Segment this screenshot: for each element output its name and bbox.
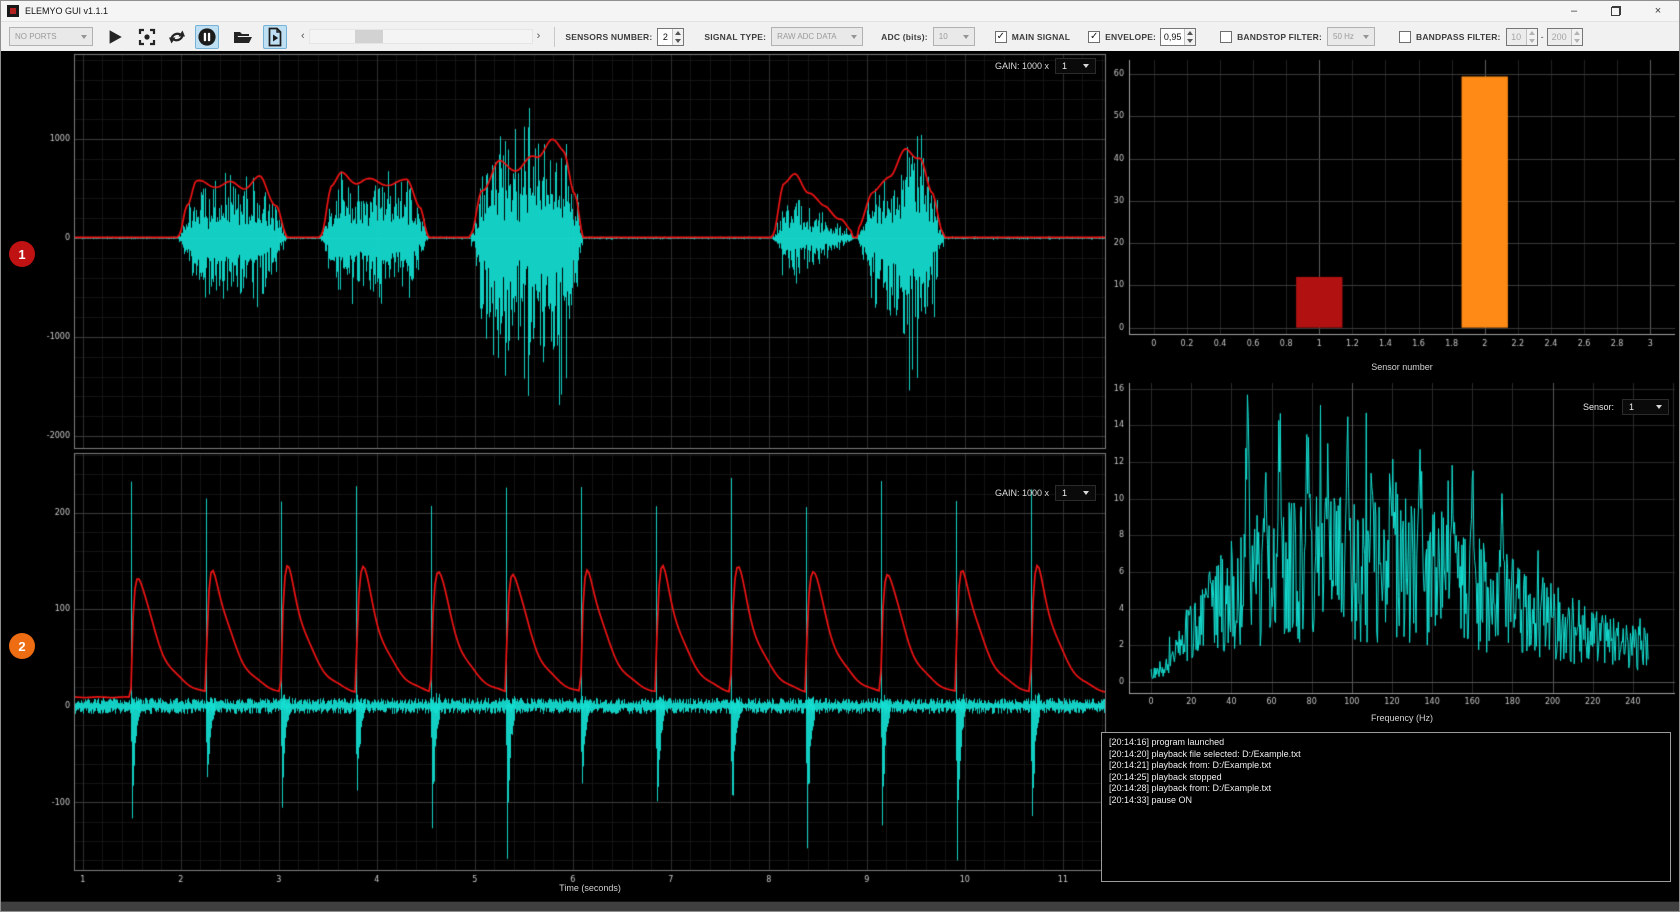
refresh-icon bbox=[167, 27, 187, 47]
sensors-number-label: SENSORS NUMBER: bbox=[565, 32, 652, 42]
start-button[interactable] bbox=[103, 25, 127, 49]
close-button[interactable]: × bbox=[1637, 1, 1679, 21]
minimize-button[interactable]: – bbox=[1553, 1, 1595, 21]
gain-label: GAIN: 1000 x bbox=[995, 61, 1049, 71]
sensor1-canvas[interactable] bbox=[36, 53, 1108, 451]
sensor-select[interactable]: 1 bbox=[1622, 399, 1669, 415]
window-controls: – × bbox=[1553, 1, 1679, 21]
titlebar: ELEMYO GUI v1.1.1 – × bbox=[1, 1, 1679, 21]
open-file-button[interactable] bbox=[231, 25, 255, 49]
toolbar-separator bbox=[554, 27, 555, 47]
log-line: [20:14:28] playback from: D:/Example.txt bbox=[1109, 783, 1663, 795]
log-line: [20:14:21] playback from: D:/Example.txt bbox=[1109, 760, 1663, 772]
play-icon bbox=[106, 28, 124, 46]
bar-chart-canvas[interactable] bbox=[1111, 56, 1677, 381]
gain-control-sensor1: GAIN: 1000 x 1 bbox=[995, 58, 1096, 74]
chevron-down-icon bbox=[1656, 405, 1662, 409]
spinner-arrows[interactable] bbox=[1184, 29, 1195, 45]
main-area: 1 2 GAIN: 1000 x 1 GAIN: 1000 x 1 bbox=[1, 51, 1680, 901]
signal-type-select[interactable]: RAW ADC DATA bbox=[771, 27, 863, 46]
focus-target-icon bbox=[137, 27, 157, 47]
log-line: [20:14:16] program launched bbox=[1109, 737, 1663, 749]
gain-select-sensor2[interactable]: 1 bbox=[1055, 485, 1096, 501]
sensors-number-spinner[interactable]: 2 bbox=[657, 28, 684, 46]
sensor1-time-plot: GAIN: 1000 x 1 bbox=[36, 53, 1108, 451]
chevron-down-icon bbox=[1363, 35, 1369, 39]
app-icon bbox=[7, 5, 19, 17]
bar-chart-xlabel: Sensor number bbox=[1129, 362, 1675, 372]
sensor-level-bar-chart: Sensor number bbox=[1111, 56, 1677, 381]
chevron-down-icon bbox=[851, 35, 857, 39]
spinner-arrows[interactable] bbox=[1526, 29, 1537, 45]
bandstop-filter-checkbox[interactable] bbox=[1220, 31, 1232, 43]
scroll-left-button[interactable]: ‹ bbox=[297, 29, 309, 44]
gain-control-sensor2: GAIN: 1000 x 1 bbox=[995, 485, 1096, 501]
log-line: [20:14:25] playback stopped bbox=[1109, 772, 1663, 784]
port-select[interactable]: NO PORTS bbox=[9, 27, 93, 46]
bandpass-range-separator: - bbox=[1541, 32, 1544, 42]
playback-scrollbar[interactable]: ‹ › bbox=[297, 29, 544, 44]
gain-select-sensor1[interactable]: 1 bbox=[1055, 58, 1096, 74]
app-window: ELEMYO GUI v1.1.1 – × NO PORTS bbox=[0, 0, 1680, 912]
envelope-label: ENVELOPE: bbox=[1105, 32, 1156, 42]
maximize-button[interactable] bbox=[1595, 1, 1637, 21]
scroll-right-button[interactable]: › bbox=[533, 29, 545, 44]
spinner-arrows[interactable] bbox=[1571, 29, 1582, 45]
time-axis-label: Time (seconds) bbox=[74, 883, 1106, 893]
envelope-spinner[interactable]: 0,95 bbox=[1160, 28, 1196, 46]
window-bottom-edge bbox=[1, 901, 1680, 912]
spectrum-canvas[interactable] bbox=[1111, 381, 1677, 733]
port-select-value: NO PORTS bbox=[15, 32, 57, 41]
chevron-down-icon bbox=[81, 35, 87, 39]
pause-button[interactable] bbox=[195, 25, 219, 49]
playback-file-button[interactable] bbox=[263, 25, 287, 49]
main-signal-checkbox[interactable] bbox=[995, 31, 1007, 43]
sensor2-canvas[interactable] bbox=[36, 451, 1108, 899]
bandstop-freq-select[interactable]: 50 Hz bbox=[1327, 27, 1375, 46]
folder-open-icon bbox=[232, 26, 254, 48]
spectrum-xlabel: Frequency (Hz) bbox=[1129, 713, 1675, 723]
pause-icon bbox=[197, 27, 217, 47]
restore-icon bbox=[1611, 6, 1621, 16]
chevron-down-icon bbox=[963, 35, 969, 39]
file-play-icon bbox=[265, 27, 285, 47]
chevron-down-icon bbox=[1083, 491, 1089, 495]
spinner-arrows[interactable] bbox=[672, 29, 683, 45]
adc-bits-label: ADC (bits): bbox=[881, 32, 928, 42]
chevron-down-icon bbox=[1083, 64, 1089, 68]
log-line: [20:14:33] pause ON bbox=[1109, 795, 1663, 807]
sensor2-time-plot: GAIN: 1000 x 1 Time (seconds) bbox=[36, 451, 1108, 899]
frequency-spectrum-plot: Sensor: 1 Frequency (Hz) bbox=[1111, 381, 1677, 733]
sensor1-badge: 1 bbox=[9, 241, 35, 267]
adc-bits-select[interactable]: 10 bbox=[933, 27, 975, 46]
bandpass-filter-checkbox[interactable] bbox=[1399, 31, 1411, 43]
sensor2-badge: 2 bbox=[9, 633, 35, 659]
window-title: ELEMYO GUI v1.1.1 bbox=[25, 6, 108, 16]
sensor-select-row: Sensor: 1 bbox=[1583, 399, 1669, 415]
toolbar: NO PORTS bbox=[1, 21, 1679, 51]
scrollbar-thumb[interactable] bbox=[355, 30, 383, 43]
bandpass-high-spinner[interactable]: 200 bbox=[1547, 28, 1583, 46]
log-panel[interactable]: [20:14:16] program launched[20:14:20] pl… bbox=[1101, 732, 1671, 882]
gain-label: GAIN: 1000 x bbox=[995, 488, 1049, 498]
envelope-checkbox[interactable] bbox=[1088, 31, 1100, 43]
bandstop-filter-label: BANDSTOP FILTER: bbox=[1237, 32, 1322, 42]
sensor-select-label: Sensor: bbox=[1583, 402, 1614, 412]
autoscale-button[interactable] bbox=[135, 25, 159, 49]
log-line: [20:14:20] playback file selected: D:/Ex… bbox=[1109, 749, 1663, 761]
bandpass-low-spinner[interactable]: 10 bbox=[1506, 28, 1538, 46]
scrollbar-track[interactable] bbox=[309, 29, 533, 44]
main-signal-label: MAIN SIGNAL bbox=[1012, 32, 1070, 42]
bandpass-filter-label: BANDPASS FILTER: bbox=[1416, 32, 1501, 42]
refresh-button[interactable] bbox=[165, 25, 189, 49]
signal-type-label: SIGNAL TYPE: bbox=[704, 32, 766, 42]
